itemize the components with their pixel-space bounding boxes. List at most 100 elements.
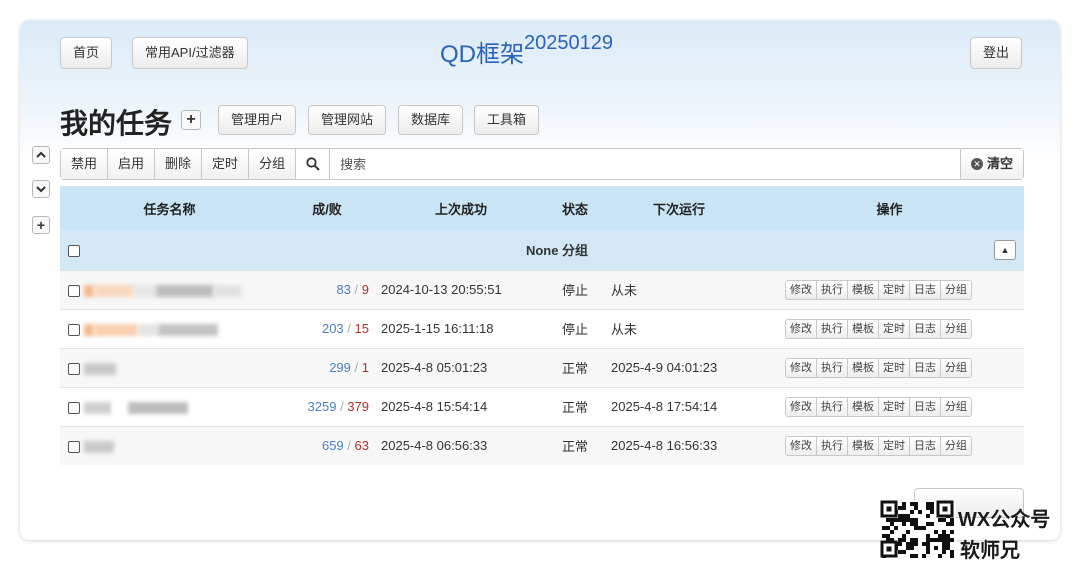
action-button-3[interactable]: 定时: [879, 397, 910, 416]
redacted-block: [127, 401, 188, 414]
redacted-block: [93, 284, 134, 297]
group-checkbox[interactable]: [68, 244, 80, 257]
search-input[interactable]: [330, 149, 960, 179]
last-success-cell: 2025-4-8 06:56:33: [375, 425, 547, 465]
group-button[interactable]: 分组: [249, 149, 297, 179]
action-button-2[interactable]: 模板: [848, 280, 879, 299]
action-button-5[interactable]: 分组: [941, 358, 971, 377]
action-button-5[interactable]: 分组: [941, 397, 971, 416]
clear-button[interactable]: ✕ 清空: [959, 149, 1023, 179]
action-button-1[interactable]: 执行: [817, 280, 848, 299]
column-header-name[interactable]: 任务名称: [60, 186, 279, 230]
row-checkbox[interactable]: [68, 284, 80, 297]
row-checkbox[interactable]: [68, 362, 80, 375]
enable-button[interactable]: 启用: [108, 149, 156, 179]
last-success-cell: 2025-4-8 15:54:14: [375, 386, 547, 426]
task-name-redacted[interactable]: [83, 282, 242, 297]
action-button-0[interactable]: 修改: [786, 358, 817, 377]
action-button-1[interactable]: 执行: [817, 358, 848, 377]
task-toolbar: 禁用 启用 删除 定时 分组 ✕ 清空: [60, 148, 1024, 180]
action-group: 修改 执行 模板 定时 日志 分组: [785, 279, 972, 300]
row-checkbox[interactable]: [68, 401, 80, 414]
action-button-4[interactable]: 日志: [910, 358, 941, 377]
status-cell: 正常: [547, 425, 603, 465]
task-name-redacted[interactable]: [83, 360, 116, 375]
chevron-up-icon[interactable]: [32, 146, 50, 164]
row-checkbox[interactable]: [68, 323, 80, 336]
action-button-1[interactable]: 执行: [817, 319, 848, 338]
action-button-3[interactable]: 定时: [879, 280, 910, 299]
action-button-2[interactable]: 模板: [848, 319, 879, 338]
disable-button[interactable]: 禁用: [61, 149, 109, 179]
action-button-3[interactable]: 定时: [879, 436, 910, 455]
action-button-4[interactable]: 日志: [910, 436, 941, 455]
action-button-0[interactable]: 修改: [786, 319, 817, 338]
column-header-last-success[interactable]: 上次成功: [375, 186, 547, 230]
redacted-block: [83, 440, 114, 453]
success-fail-cell: 203 / 15: [279, 308, 375, 348]
row-checkbox[interactable]: [68, 440, 80, 453]
action-button-5[interactable]: 分组: [941, 280, 971, 299]
chevron-down-icon[interactable]: [32, 180, 50, 198]
action-button-1[interactable]: 执行: [817, 436, 848, 455]
action-button-5[interactable]: 分组: [941, 436, 971, 455]
add-task-button[interactable]: +: [181, 110, 201, 130]
action-button-2[interactable]: 模板: [848, 358, 879, 377]
add-icon[interactable]: +: [32, 216, 50, 234]
column-header-next-run[interactable]: 下次运行: [603, 186, 755, 230]
table-row[interactable]: 83 / 9 2024-10-13 20:55:51 停止 从未 修改 执行 模板定…: [60, 269, 1024, 309]
action-button-2[interactable]: 模板: [848, 397, 879, 416]
actions-cell: 修改 执行 模板 定时 日志 分组: [755, 386, 1024, 426]
table-header-row: 任务名称 成/败 上次成功 状态 下次运行 操作: [60, 186, 1024, 230]
logout-button[interactable]: 登出: [970, 37, 1023, 69]
manage-users-button[interactable]: 管理用户: [218, 105, 297, 135]
action-button-5[interactable]: 分组: [941, 319, 971, 338]
page-title: QD框架20250129: [440, 32, 613, 69]
table-row[interactable]: 3259 / 379 2025-4-8 15:54:14 正常 2025-4-8…: [60, 386, 1024, 426]
fail-count: 1: [361, 360, 369, 375]
success-count: 659: [321, 438, 344, 454]
group-collapse-cell: ▲: [755, 230, 1024, 270]
task-name-redacted[interactable]: [83, 321, 218, 336]
next-run-cell: 从未: [603, 308, 755, 348]
table-row[interactable]: 659 / 63 2025-4-8 06:56:33 正常 2025-4-8 1…: [60, 425, 1024, 465]
home-button[interactable]: 首页: [60, 37, 113, 69]
redacted-block: [83, 323, 94, 336]
search-icon[interactable]: [296, 149, 331, 179]
column-header-status[interactable]: 状态: [547, 186, 603, 230]
action-button-2[interactable]: 模板: [848, 436, 879, 455]
table-row[interactable]: 203 / 15 2025-1-15 16:11:18 停止 从未 修改 执行 模板…: [60, 308, 1024, 348]
table-row[interactable]: 299 / 1 2025-4-8 05:01:23 正常 2025-4-9 04…: [60, 347, 1024, 387]
action-button-1[interactable]: 执行: [817, 397, 848, 416]
count-separator: /: [354, 282, 362, 297]
tasks-heading: 我的任务: [60, 108, 173, 139]
column-header-success-fail[interactable]: 成/败: [279, 186, 375, 230]
success-fail-cell: 3259 / 379: [279, 386, 375, 426]
status-cell: 停止: [547, 269, 603, 309]
redacted-block: [83, 401, 112, 414]
actions-cell: 修改 执行 模板 定时 日志 分组: [755, 347, 1024, 387]
action-button-3[interactable]: 定时: [879, 319, 910, 338]
task-name-redacted[interactable]: [83, 399, 188, 414]
action-button-4[interactable]: 日志: [910, 280, 941, 299]
delete-button[interactable]: 删除: [155, 149, 203, 179]
task-name-cell: [60, 347, 279, 387]
next-run-cell: 2025-4-8 16:56:33: [603, 425, 755, 465]
api-filter-button[interactable]: 常用API/过滤器: [132, 37, 248, 69]
action-button-4[interactable]: 日志: [910, 319, 941, 338]
action-button-4[interactable]: 日志: [910, 397, 941, 416]
toolbox-button[interactable]: 工具箱: [474, 105, 540, 135]
action-button-0[interactable]: 修改: [786, 397, 817, 416]
count-separator: /: [354, 360, 362, 375]
collapse-icon[interactable]: ▲: [994, 239, 1016, 260]
action-button-3[interactable]: 定时: [879, 358, 910, 377]
task-table: 任务名称 成/败 上次成功 状态 下次运行 操作 None 分组 ▲ 83 / …: [60, 186, 1024, 465]
redacted-block: [137, 323, 158, 336]
manage-sites-button[interactable]: 管理网站: [308, 105, 387, 135]
database-button[interactable]: 数据库: [398, 105, 464, 135]
action-button-0[interactable]: 修改: [786, 280, 817, 299]
schedule-button[interactable]: 定时: [202, 149, 250, 179]
action-button-0[interactable]: 修改: [786, 436, 817, 455]
task-name-cell: [60, 386, 279, 426]
task-name-redacted[interactable]: [83, 438, 114, 453]
